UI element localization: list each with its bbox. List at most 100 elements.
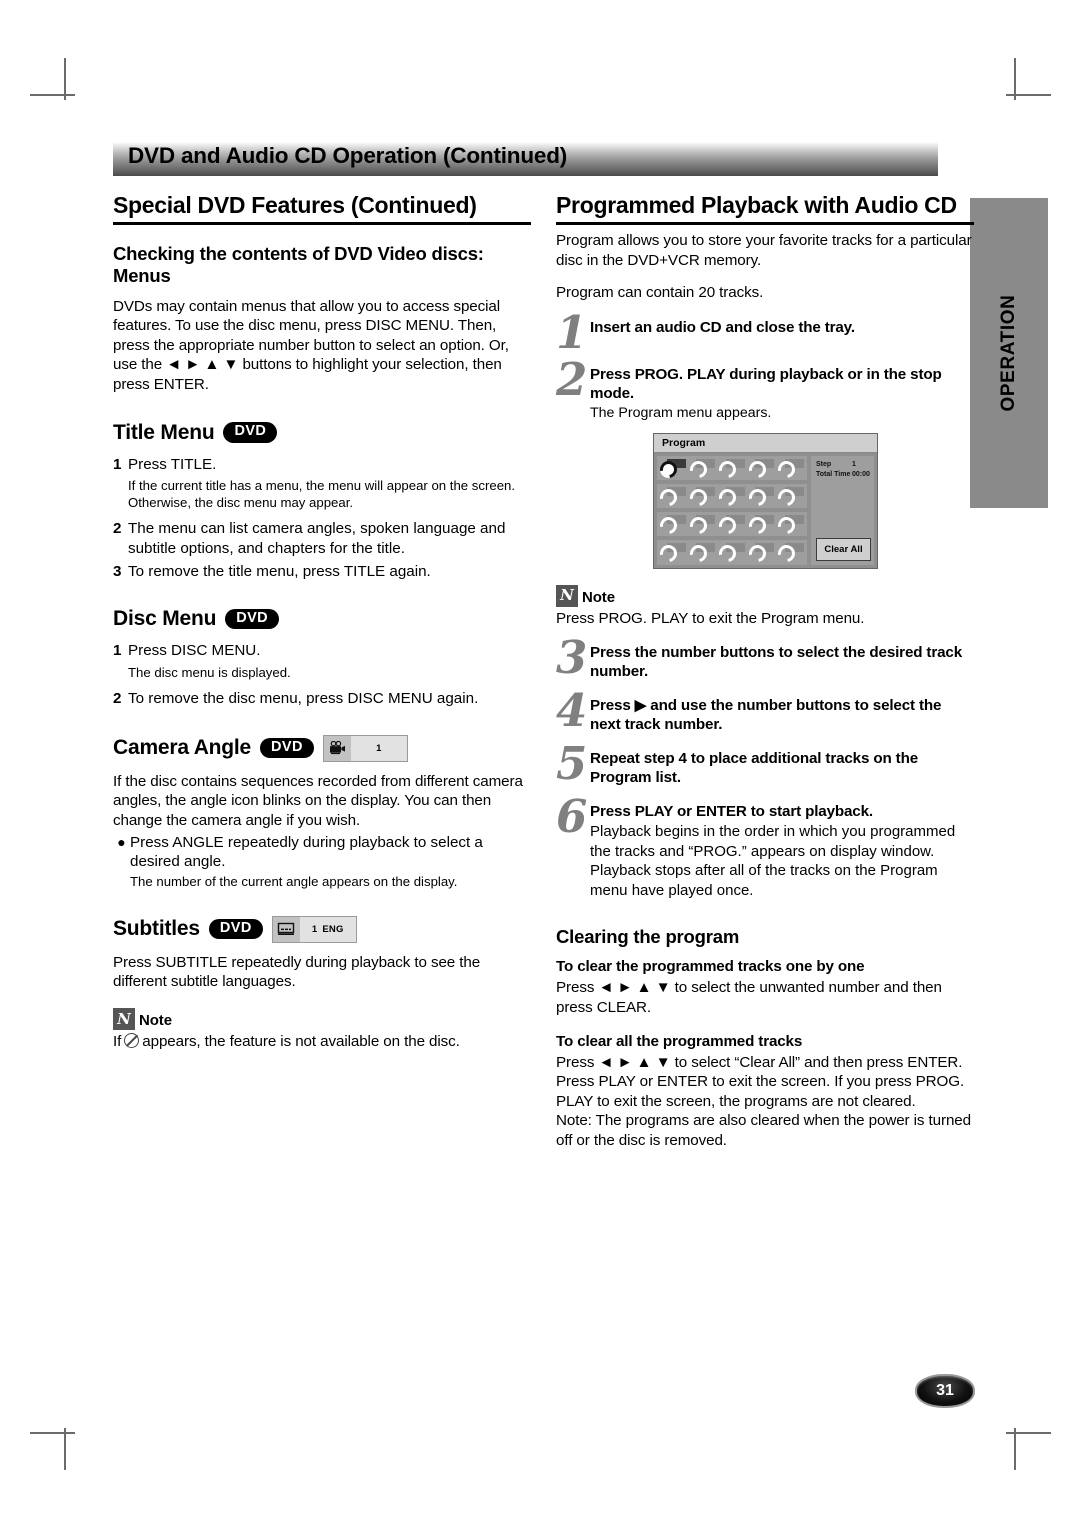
program-track-row [656,483,807,510]
title-menu-heading: Title Menu DVD [113,421,531,445]
note-icon: N [113,1008,135,1031]
program-track-slot[interactable] [745,485,776,510]
program-track-slot[interactable] [715,541,746,566]
clear-all-note: Note: The programs are also cleared when… [556,1112,971,1149]
movie-camera-icon [323,735,351,761]
list-item: 1 Press DISC MENU. [113,641,531,661]
right-note-text: Press PROG. PLAY to exit the Program men… [556,609,865,627]
dvd-badge: DVD [223,422,278,443]
step-number: 1 [113,455,122,473]
note-label: Note [139,1012,172,1030]
bullet-dot-icon: ● [117,833,126,850]
disc-menu-steps: 1 Press DISC MENU. The disc menu is disp… [113,641,531,708]
program-track-slot[interactable] [775,513,805,538]
note-label: Note [582,588,615,606]
program-track-slot[interactable] [775,541,805,566]
program-track-slot[interactable] [686,513,717,538]
step-text: Press TITLE. [128,455,217,473]
title-menu-steps: 1 Press TITLE. If the current title has … [113,455,531,582]
camera-angle-bullet-subtext: The number of the current angle appears … [130,873,458,889]
program-track-slot[interactable] [745,513,776,538]
program-step-4: 4 Press ▶ and use the number buttons to … [556,684,974,738]
program-step-1: 1 Insert an audio CD and close the tray. [556,305,974,359]
step-number: 2 [113,520,122,538]
section-side-tab-label: OPERATION [998,294,1019,412]
program-track-slot[interactable] [656,513,687,538]
step-title: Insert an audio CD and close the tray. [590,318,855,336]
program-total-time-stat: Total Time 00:00 [816,470,871,481]
camera-angle-osd-icon-box: 1 [322,734,408,762]
program-step-6: 6 Press PLAY or ENTER to start playback.… [556,790,974,900]
step-title: Press PLAY or ENTER to start playback. [590,803,873,821]
camera-angle-osd-value: 1 [350,735,407,761]
checking-contents-heading: Checking the contents of DVD Video discs… [113,243,484,287]
step-title: Press the number buttons to select the d… [590,644,962,681]
subtitle-osd-values: 1 ENG [299,916,356,942]
step-description: Playback begins in the order in which yo… [590,823,956,899]
program-track-slot[interactable] [686,541,717,566]
step-number: 2 [113,690,122,708]
program-track-slot[interactable] [745,541,776,566]
right-column: Programmed Playback with Audio CD Progra… [556,192,974,1164]
subtitles-heading: Subtitles DVD 1 ENG [113,915,531,943]
left-note-text-before: If [113,1033,122,1051]
list-item: 2 The menu can list camera angles, spoke… [113,519,531,558]
crop-mark-bottom-left-vertical [64,1428,66,1470]
program-track-slot[interactable] [715,485,746,510]
program-intro-paragraph-1: Program allows you to store your favorit… [556,232,972,269]
disc-menu-heading-label: Disc Menu [113,607,217,631]
clearing-program-heading: Clearing the program [556,926,740,948]
page-title: DVD and Audio CD Operation (Continued) [128,143,568,168]
program-step-value: 1 [852,460,856,468]
program-menu-title: Program [662,436,706,449]
crop-mark-bottom-left-horizontal [30,1432,75,1434]
program-menu-screenshot: Program Step 1 Total Time 00:00 Clear Al… [653,432,878,569]
step-number: 5 [556,737,587,791]
crop-mark-bottom-right-horizontal [1006,1432,1051,1434]
program-track-slot[interactable] [656,485,687,510]
step-text: To remove the title menu, press TITLE ag… [128,562,431,580]
step-title: Press PROG. PLAY during playback or in t… [590,366,942,403]
right-note-header: N Note [556,584,974,607]
left-note-header: N Note [113,1008,531,1031]
subtitle-osd-icon-box: 1 ENG [271,915,357,943]
clear-all-button[interactable]: Clear All [816,537,871,561]
subtitle-osd-number: 1 [311,923,318,935]
page-number-badge: 31 [915,1374,975,1408]
step-number: 2 [556,353,587,407]
step-number: 1 [113,642,122,660]
program-track-grid [656,455,807,566]
step-text: Press DISC MENU. [128,642,261,660]
step-number: 6 [556,790,587,844]
program-track-slot[interactable] [686,457,717,481]
program-track-slot[interactable] [775,485,805,510]
program-track-slot[interactable] [715,457,746,481]
left-section-title: Special DVD Features (Continued) [113,192,531,226]
step-text: To remove the disc menu, press DISC MENU… [128,690,479,708]
disc-menu-heading: Disc Menu DVD [113,607,531,631]
program-total-time-label: Total Time [816,471,851,479]
step-description: The Program menu appears. [590,405,772,422]
program-track-slot[interactable] [775,457,805,481]
dvd-badge: DVD [208,919,263,940]
program-track-row [656,455,807,481]
program-track-slot[interactable] [745,457,776,481]
program-intro-paragraph-2: Program can contain 20 tracks. [556,284,764,302]
program-track-slot[interactable] [686,485,717,510]
clear-one-by-one-text: Press ◄ ► ▲ ▼ to select the unwanted num… [556,979,942,1016]
subtitle-osd-language: ENG [322,923,344,935]
step-subtext: If the current title has a menu, the men… [128,478,516,511]
left-note-text: If appears, the feature is not available … [113,1032,531,1052]
camera-angle-paragraph: If the disc contains sequences recorded … [113,772,523,829]
prohibited-icon [124,1033,140,1049]
subtitle-screen-icon [272,916,300,942]
step-number: 1 [556,305,587,359]
program-track-slot[interactable] [656,541,687,566]
step-subtext: The disc menu is displayed. [128,664,291,680]
program-track-slot[interactable] [656,457,687,481]
step-number: 3 [113,562,122,580]
list-item: 3 To remove the title menu, press TITLE … [113,562,531,582]
program-track-slot[interactable] [715,513,746,538]
program-menu-titlebar: Program [654,433,877,453]
step-number: 4 [556,684,587,738]
